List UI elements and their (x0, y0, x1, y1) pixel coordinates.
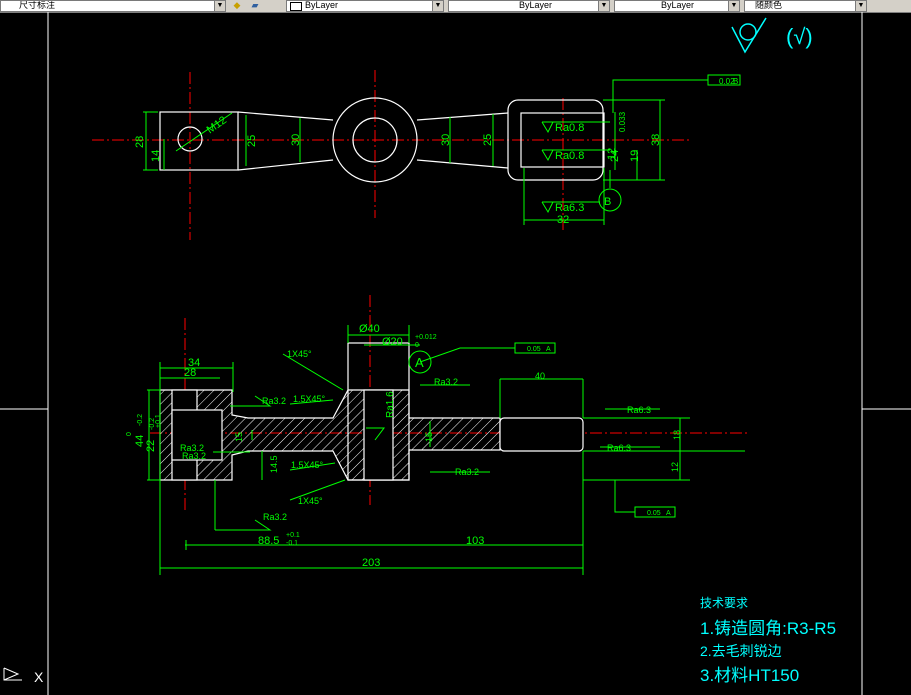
perp-tol-lower: 0.05 (647, 510, 661, 517)
top-view: 28 14 M12 25 30 30 25 12 Ra0.8 Ra0.8 Ra6… (92, 70, 741, 240)
dim-40: 40 (535, 371, 545, 381)
dim-28-front: 28 (184, 367, 196, 379)
dim-14-5: 14.5 (269, 455, 279, 473)
dim-15-right: 15 (424, 432, 434, 442)
tol-dia20-lower: 0 (415, 342, 419, 349)
tol-44-lower: -0.2 (137, 414, 144, 426)
tol-88-5-upper: +0.1 (286, 532, 300, 539)
tol-0033: 0.033 (618, 111, 627, 132)
roughness-ra32-d: Ra3.2 (434, 377, 458, 387)
chevron-down-icon[interactable]: ▼ (855, 1, 866, 11)
linetype-dropdown[interactable]: ByLayer ▼ (448, 0, 610, 12)
dim-14: 14 (150, 150, 162, 162)
roughness-ra32-e: Ra3.2 (455, 467, 479, 477)
chevron-down-icon[interactable]: ▼ (214, 1, 225, 11)
datum-b-label: B (604, 196, 611, 208)
roughness-ra08-b: Ra0.8 (555, 150, 584, 162)
color-dropdown[interactable]: ByLayer ▼ (286, 0, 444, 12)
chevron-down-icon[interactable]: ▼ (432, 1, 443, 11)
dim-12-front: 12 (670, 462, 680, 472)
ucs-icon: X (3, 667, 44, 685)
dim-24: 24 (609, 150, 621, 162)
dim-88-5: 88.5 (258, 535, 279, 547)
chamfer-1x45-bottom: 1X45° (298, 496, 323, 506)
dim-32: 32 (557, 214, 569, 226)
lineweight-dropdown[interactable]: ByLayer ▼ (614, 0, 740, 12)
dim-30-right: 30 (440, 134, 452, 146)
dim-38: 38 (650, 134, 662, 146)
dim-18: 18 (672, 430, 682, 440)
tech-req-item-2: 2.去毛刺锐边 (700, 643, 782, 659)
ucs-x-label: X (34, 669, 44, 685)
chamfer-1x45-top: 1X45° (287, 349, 312, 359)
chamfer-15x45-top: 1.5X45° (293, 394, 326, 404)
roughness-ra32-c: Ra3.2 (263, 512, 287, 522)
perp-datum-lower: A (666, 510, 671, 517)
roughness-ra63-a: Ra6.3 (627, 405, 651, 415)
tech-req-item-3: 3.材料HT150 (700, 666, 799, 685)
roughness-ra32-f: Ra3.2 (182, 451, 206, 461)
lineweight-value: ByLayer (661, 0, 695, 10)
plotstyle-dropdown[interactable]: 随颜色 ▼ (744, 0, 867, 12)
surface-finish-label: (√) (786, 24, 813, 49)
tech-req-title: 技术要求 (700, 596, 748, 610)
perp-datum-upper: A (546, 346, 551, 353)
dim-dia40: Ø40 (359, 323, 380, 335)
surface-finish-symbol: (√) (731, 17, 813, 54)
tol-dia20-upper: +0.012 (415, 334, 437, 341)
dim-25-right: 25 (482, 134, 494, 146)
linetype-value: ByLayer (519, 0, 553, 10)
roughness-ra63: Ra6.3 (555, 202, 584, 214)
tol-22-upper: +0.1 (155, 414, 162, 428)
dim-203: 203 (362, 557, 380, 569)
dim-19: 19 (629, 150, 641, 162)
dim-dia20: Ø20 (382, 336, 403, 348)
chevron-down-icon[interactable]: ▼ (728, 1, 739, 11)
roughness-ra16: Ra1.6 (385, 391, 396, 418)
dim-22: 22 (145, 440, 157, 452)
tol-88-5-lower: -0.1 (286, 540, 298, 547)
roughness-ra32-a: Ra3.2 (262, 396, 286, 406)
dim-30-left: 30 (290, 134, 302, 146)
chamfer-15x45-bottom: 1.5X45° (291, 460, 324, 470)
dim-15-left: 15 (234, 432, 244, 442)
chevron-down-icon[interactable]: ▼ (598, 1, 609, 11)
drawing-frame (0, 12, 911, 695)
roughness-ra08-a: Ra0.8 (555, 122, 584, 134)
dim-103: 103 (466, 535, 484, 547)
color-value: ByLayer (305, 0, 339, 10)
plotstyle-value: 随颜色 (755, 0, 783, 10)
dimstyle-dropdown[interactable]: 尺寸标注 ▼ (0, 0, 226, 12)
datum-a-label: A (415, 355, 424, 370)
dim-25-left: 25 (246, 135, 258, 147)
drawing-canvas[interactable]: (√) 28 14 M12 25 30 30 25 12 Ra0.8 Ra0.8… (0, 12, 911, 695)
tol-44-upper: 0 (126, 432, 133, 436)
layer-manager-icon[interactable]: ◆ (230, 0, 244, 10)
dimstyle-value: 尺寸标注 (19, 0, 56, 10)
layer-stack-icon[interactable]: ▰ (248, 0, 262, 10)
tech-requirements: 技术要求 1.铸造圆角:R3-R5 2.去毛刺锐边 3.材料HT150 (700, 596, 836, 685)
parallelism-datum: B (733, 77, 738, 86)
roughness-ra63-b: Ra6.3 (607, 443, 631, 453)
dim-28: 28 (134, 136, 146, 148)
perp-tol-upper: 0.05 (527, 346, 541, 353)
color-swatch-icon (290, 2, 302, 11)
front-view: 34 28 44 0 -0.2 22 -0.2 +0.1 Ra3.2 Ra3.2… (126, 295, 750, 575)
tech-req-item-1: 1.铸造圆角:R3-R5 (700, 619, 836, 638)
